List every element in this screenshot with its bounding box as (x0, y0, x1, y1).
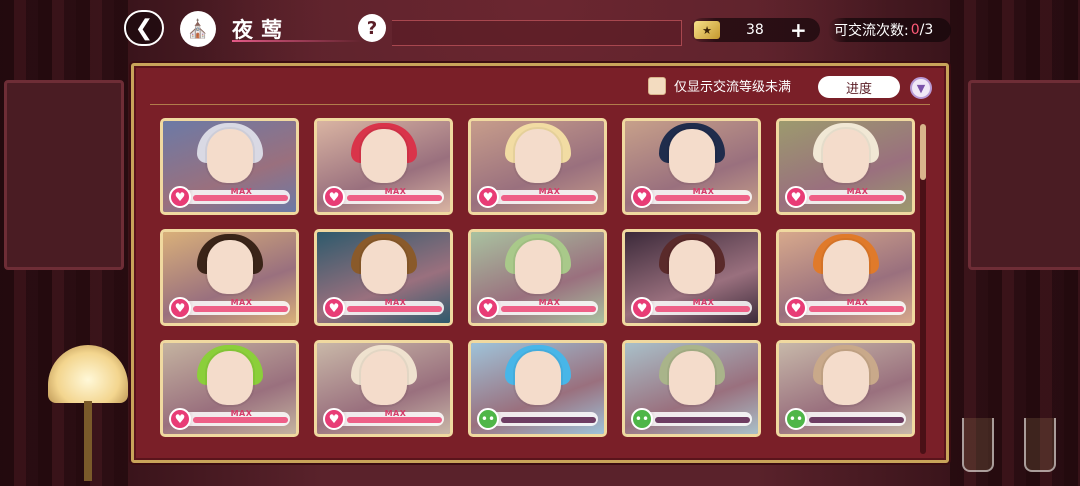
heart-face-icon: ♥ (169, 297, 191, 319)
character-card[interactable]: MAX ♥ (468, 229, 607, 326)
character-card[interactable]: MAX ♥ (160, 118, 299, 215)
wall-panel-left (4, 80, 124, 270)
affinity-progress (809, 417, 904, 423)
affinity-progress (809, 306, 904, 312)
affinity-progress (655, 306, 750, 312)
back-arrow-icon: ❮ (134, 15, 154, 41)
wall-panel-right (968, 80, 1080, 270)
ticket-icon: ★ (694, 21, 720, 39)
affinity-progress (193, 195, 288, 201)
character-panel: 仅显示交流等级未满 进度 ▼ MAX ♥ MAX ♥ MAX ♥ MAX ♥ M… (131, 63, 949, 463)
scrollbar[interactable] (920, 124, 926, 454)
affinity-progress (193, 417, 288, 423)
currency-counter: ★ 38 + (690, 18, 820, 42)
affinity-progress (501, 417, 596, 423)
character-grid: MAX ♥ MAX ♥ MAX ♥ MAX ♥ MAX ♥ MAX ♥ MAX … (160, 118, 930, 437)
add-currency-button[interactable]: + (790, 18, 807, 42)
exchange-count: 可交流次数: 0 /3 (828, 18, 952, 42)
filter-checkbox[interactable] (648, 76, 666, 95)
character-card[interactable]: MAX ♥ (160, 229, 299, 326)
heart-face-icon: ♥ (631, 186, 653, 208)
scrollbar-thumb[interactable] (920, 124, 926, 180)
affinity-progress (809, 195, 904, 201)
affinity-progress (501, 306, 596, 312)
character-card[interactable]: •• (468, 340, 607, 437)
heart-face-icon: ♥ (323, 408, 345, 430)
filter-label: 仅显示交流等级未满 (674, 80, 792, 95)
building-icon: ⛪ (186, 18, 210, 40)
heart-face-icon: ♥ (323, 186, 345, 208)
affinity-progress (347, 195, 442, 201)
title-underline (232, 40, 362, 42)
table-lamp (48, 345, 128, 485)
heart-face-icon: ♥ (477, 186, 499, 208)
exchange-current: 0 (910, 22, 920, 38)
character-card[interactable]: MAX ♥ (314, 340, 453, 437)
help-button[interactable]: ? (358, 14, 386, 42)
wine-glass-decoration (1024, 418, 1056, 472)
heart-face-icon: ♥ (785, 186, 807, 208)
character-card[interactable]: MAX ♥ (468, 118, 607, 215)
character-card[interactable]: •• (776, 340, 915, 437)
affinity-progress (347, 306, 442, 312)
heart-face-icon: ♥ (477, 297, 499, 319)
heart-face-icon: ♥ (169, 408, 191, 430)
neutral-face-icon: •• (785, 408, 807, 430)
card-grid-viewport: MAX ♥ MAX ♥ MAX ♥ MAX ♥ MAX ♥ MAX ♥ MAX … (160, 118, 930, 456)
affinity-progress (347, 417, 442, 423)
currency-amount: 38 (746, 22, 764, 38)
character-card[interactable]: MAX ♥ (776, 229, 915, 326)
filter-toggle[interactable]: 仅显示交流等级未满 (648, 76, 791, 95)
heart-face-icon: ♥ (169, 186, 191, 208)
heart-face-icon: ♥ (631, 297, 653, 319)
character-card[interactable]: MAX ♥ (314, 118, 453, 215)
back-button[interactable]: ❮ (124, 10, 164, 46)
exchange-total: /3 (919, 22, 934, 38)
sort-button[interactable]: 进度 (818, 76, 900, 98)
heart-face-icon: ♥ (323, 297, 345, 319)
affinity-progress (655, 195, 750, 201)
character-card[interactable]: MAX ♥ (776, 118, 915, 215)
neutral-face-icon: •• (631, 408, 653, 430)
wine-glass-decoration (962, 418, 994, 472)
exchange-label: 可交流次数: (834, 23, 909, 39)
heart-face-icon: ♥ (785, 297, 807, 319)
sort-dropdown-button[interactable]: ▼ (910, 77, 932, 99)
character-card[interactable]: MAX ♥ (160, 340, 299, 437)
character-card[interactable]: •• (622, 340, 761, 437)
affinity-progress (501, 195, 596, 201)
home-button[interactable]: ⛪ (180, 11, 216, 47)
neutral-face-icon: •• (477, 408, 499, 430)
affinity-progress (655, 417, 750, 423)
character-card[interactable]: MAX ♥ (622, 229, 761, 326)
character-card[interactable]: MAX ♥ (314, 229, 453, 326)
header-decor-bar (392, 20, 682, 46)
character-card[interactable]: MAX ♥ (622, 118, 761, 215)
chevron-down-icon: ▼ (916, 81, 926, 95)
affinity-progress (193, 306, 288, 312)
